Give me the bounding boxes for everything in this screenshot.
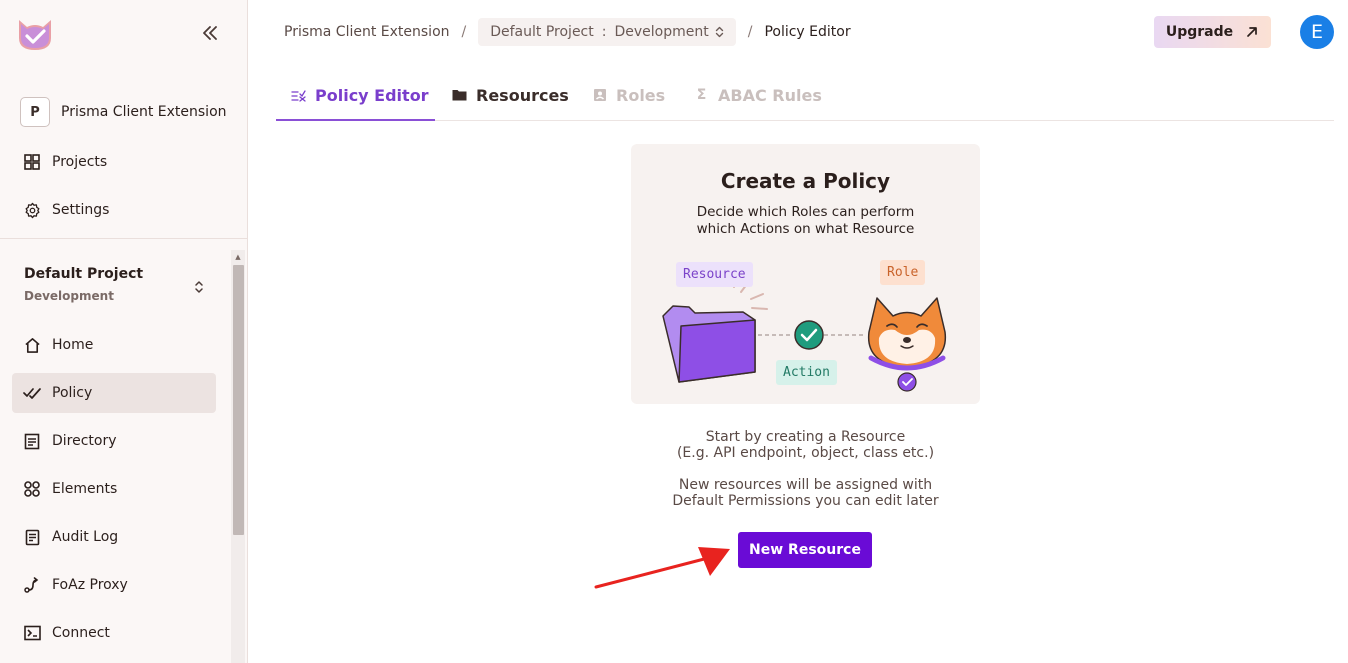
arrow-up-right-icon [1247, 27, 1257, 37]
action-chip: Action [776, 360, 837, 385]
card-subtitle-line: Decide which Roles can perform [696, 204, 915, 220]
hint-line: New resources will be assigned with [678, 477, 933, 493]
scroll-up-arrow-icon[interactable]: ▲ [233, 252, 243, 262]
hint-line: Start by creating a Resource [705, 429, 906, 445]
breadcrumb-separator: / [747, 24, 753, 40]
sidebar-item-directory[interactable]: Directory [12, 421, 216, 461]
sidebar-item-label: Directory [52, 433, 117, 449]
breadcrumb-org[interactable]: Prisma Client Extension [284, 24, 450, 40]
sidebar: P Prisma Client Extension Projects Setti… [0, 0, 248, 663]
resource-hint-text: Start by creating a Resource (E.g. API e… [631, 429, 980, 461]
project-environment-selector[interactable]: Default Project : Development [478, 18, 736, 46]
breadcrumb-project: Default Project [490, 24, 594, 40]
permit-cat-logo-icon[interactable] [16, 14, 54, 52]
org-name: Prisma Client Extension [61, 104, 227, 120]
policy-illustration: Resource Role Action [631, 254, 980, 404]
card-title: Create a Policy [720, 169, 891, 193]
grid-icon [23, 153, 41, 171]
sidebar-item-connect[interactable]: Connect [12, 613, 216, 653]
resource-chip: Resource [676, 262, 753, 287]
upgrade-label: Upgrade [1165, 24, 1234, 40]
sidebar-item-foaz-proxy[interactable]: FoAz Proxy [12, 565, 216, 605]
gear-icon [23, 201, 41, 219]
sidebar-item-audit-log[interactable]: Audit Log [12, 517, 216, 557]
project-environment: Development [24, 289, 114, 303]
tab-label: Policy Editor [315, 85, 429, 105]
tab-abac-rules[interactable]: Σ ABAC Rules [694, 70, 822, 120]
directory-icon [23, 432, 41, 450]
org-badge: P [20, 97, 50, 127]
sidebar-item-label: Elements [52, 481, 118, 497]
sidebar-item-label: Home [52, 337, 94, 353]
elements-icon [23, 480, 41, 498]
tab-roles[interactable]: Roles [592, 70, 665, 120]
sidebar-item-label: Projects [52, 154, 108, 170]
sidebar-divider [0, 238, 247, 239]
roles-badge-icon [592, 88, 607, 103]
permissions-hint-text: New resources will be assigned with Defa… [631, 477, 980, 509]
sidebar-item-policy[interactable]: Policy [12, 373, 216, 413]
chevron-up-down-icon [194, 280, 204, 294]
upgrade-button[interactable]: Upgrade [1154, 16, 1271, 48]
sigma-icon: Σ [696, 87, 707, 103]
role-chip: Role [880, 260, 926, 285]
card-subtitle-line: which Actions on what Resource [696, 221, 915, 237]
sidebar-scrollbar-thumb[interactable] [233, 265, 244, 535]
folder-icon [452, 88, 467, 103]
sidebar-item-label: FoAz Proxy [52, 577, 128, 593]
chevron-up-down-icon [715, 26, 724, 38]
sidebar-item-label: Settings [52, 202, 110, 218]
collapse-sidebar-icon[interactable] [198, 22, 222, 44]
project-name: Default Project [24, 266, 144, 282]
org-switcher[interactable]: P Prisma Client Extension [20, 97, 227, 127]
sidebar-item-settings[interactable]: Settings [12, 190, 216, 230]
hint-line: Default Permissions you can edit later [672, 493, 939, 509]
proxy-icon [23, 576, 41, 594]
home-icon [23, 336, 41, 354]
breadcrumb: Prisma Client Extension / Default Projec… [284, 18, 851, 46]
tab-label: Resources [476, 85, 569, 105]
hint-line: (E.g. API endpoint, object, class etc.) [676, 445, 935, 461]
audit-log-icon [23, 528, 41, 546]
tab-label: Roles [616, 85, 666, 105]
sidebar-item-label: Connect [52, 625, 110, 641]
sidebar-item-elements[interactable]: Elements [12, 469, 216, 509]
tab-policy-editor[interactable]: Policy Editor [276, 70, 435, 121]
sidebar-item-home[interactable]: Home [12, 325, 216, 365]
tab-resources[interactable]: Resources [452, 70, 569, 120]
sidebar-item-label: Audit Log [52, 529, 119, 545]
terminal-icon [23, 624, 41, 642]
tab-label: ABAC Rules [718, 85, 822, 105]
card-subtitle: Decide which Roles can perform which Act… [631, 204, 980, 238]
avatar-initial: E [1310, 21, 1323, 43]
new-resource-button[interactable]: New Resource [738, 532, 872, 568]
policy-tabs: Policy Editor Resources Roles Σ ABAC Rul… [276, 70, 1334, 121]
breadcrumb-colon: : [601, 24, 607, 40]
breadcrumb-environment: Development [614, 24, 709, 40]
sidebar-item-projects[interactable]: Projects [12, 142, 216, 182]
breadcrumb-separator: / [461, 24, 467, 40]
sidebar-item-label: Policy [52, 385, 93, 401]
breadcrumb-current: Policy Editor [764, 24, 851, 40]
annotation-arrow-icon [594, 547, 730, 589]
policy-editor-icon [291, 88, 306, 103]
create-policy-card: Create a Policy Decide which Roles can p… [631, 144, 980, 404]
project-switcher[interactable]: Default Project Development [24, 266, 214, 303]
avatar[interactable]: E [1300, 15, 1334, 49]
policy-check-icon [23, 384, 41, 402]
